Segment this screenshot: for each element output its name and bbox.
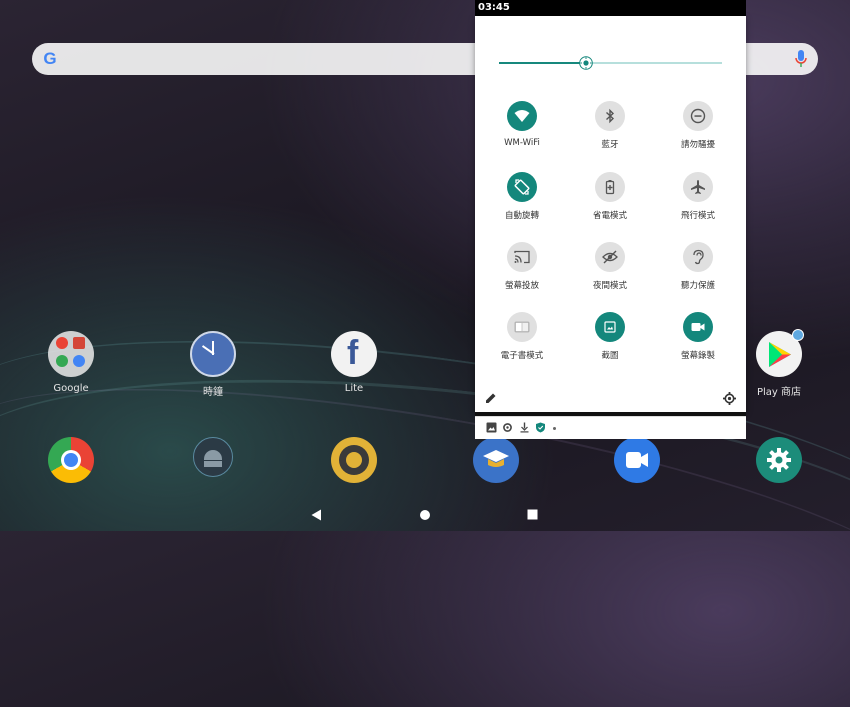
chrome-icon	[48, 437, 94, 483]
quick-settings-panel: WM-WiFi 藍牙 請勿騷擾 自動旋轉 省電模式 飛行模式 螢幕投放 夜間模式…	[475, 16, 746, 412]
app-settings[interactable]	[739, 437, 819, 483]
tile-screenshot[interactable]: 截圖	[566, 312, 654, 361]
app-label: Lite	[344, 383, 364, 394]
microphone-icon[interactable]	[794, 50, 808, 68]
tile-label: 夜間模式	[592, 281, 627, 291]
tile-wifi[interactable]: WM-WiFi	[478, 101, 566, 148]
tile-battery-saver[interactable]: 省電模式	[566, 172, 654, 221]
app-play-store[interactable]: Play 商店	[739, 329, 819, 398]
app-google-folder[interactable]: Google	[31, 331, 111, 394]
tile-label: 飛行模式	[680, 211, 715, 221]
auto-rotate-icon	[507, 172, 537, 202]
tile-hearing-protection[interactable]: 聽力保護	[654, 242, 742, 291]
edit-pencil-icon[interactable]	[485, 392, 497, 404]
hearing-icon	[683, 242, 713, 272]
app-facebook-lite[interactable]: f Lite	[314, 331, 394, 394]
tile-label: 螢幕投放	[504, 281, 539, 291]
app-label: 時鐘	[203, 387, 223, 398]
tile-auto-rotate[interactable]: 自動旋轉	[478, 172, 566, 221]
tile-label: 請勿騷擾	[680, 140, 715, 150]
status-time: 03:45	[478, 2, 510, 13]
more-notifications-dot-icon	[553, 427, 556, 430]
app-chrome[interactable]	[31, 437, 111, 483]
clock-icon	[190, 331, 236, 377]
education-icon	[473, 437, 519, 483]
tile-airplane-mode[interactable]: 飛行模式	[654, 172, 742, 221]
home-icon[interactable]	[419, 509, 431, 521]
tile-do-not-disturb[interactable]: 請勿騷擾	[654, 101, 742, 150]
app-label: Google	[53, 383, 89, 394]
video-call-icon	[614, 437, 660, 483]
recents-icon[interactable]	[527, 509, 538, 520]
camera-aperture-icon	[331, 437, 377, 483]
tile-screen-record[interactable]: 螢幕錄製	[654, 312, 742, 361]
tile-cast[interactable]: 螢幕投放	[478, 242, 566, 291]
do-not-disturb-icon	[683, 101, 713, 131]
brightness-icon[interactable]	[579, 56, 593, 70]
tile-label: 截圖	[601, 351, 619, 361]
status-bar: 03:45	[475, 0, 746, 16]
tile-label: 自動旋轉	[504, 211, 539, 221]
settings-notification-icon	[503, 423, 512, 432]
tile-label: 省電模式	[592, 211, 627, 221]
facebook-lite-icon: f	[331, 331, 377, 377]
google-folder-icon	[48, 331, 94, 377]
tile-night-mode[interactable]: 夜間模式	[566, 242, 654, 291]
image-notification-icon	[486, 422, 497, 433]
tile-ebook-mode[interactable]: 電子書模式	[478, 312, 566, 361]
tile-bluetooth[interactable]: 藍牙	[566, 101, 654, 150]
navigation-bar	[0, 500, 850, 531]
app-android[interactable]	[173, 437, 253, 477]
settings-icon	[756, 437, 802, 483]
wifi-icon	[507, 101, 537, 131]
download-notification-icon	[520, 422, 529, 433]
notification-strip[interactable]	[475, 416, 746, 439]
night-mode-icon	[595, 242, 625, 272]
app-camera[interactable]	[314, 437, 394, 483]
app-clock[interactable]: 時鐘	[173, 331, 253, 398]
battery-saver-icon	[595, 172, 625, 202]
screen-record-icon	[683, 312, 713, 342]
app-label: Play 商店	[756, 387, 802, 398]
shield-notification-icon	[536, 422, 545, 433]
brightness-slider-fill	[499, 62, 586, 64]
back-icon[interactable]	[311, 509, 322, 521]
settings-gear-icon[interactable]	[723, 392, 736, 405]
airplane-icon	[683, 172, 713, 202]
app-education[interactable]	[456, 437, 536, 483]
tile-label: 螢幕錄製	[680, 351, 715, 361]
bluetooth-icon	[595, 101, 625, 131]
tile-label: 聽力保護	[680, 281, 715, 291]
android-icon	[193, 437, 233, 477]
cast-icon	[507, 242, 537, 272]
tile-label: 藍牙	[601, 140, 619, 150]
ebook-icon	[507, 312, 537, 342]
tile-label: 電子書模式	[500, 351, 544, 361]
app-video-call[interactable]	[597, 437, 677, 483]
screenshot-icon	[595, 312, 625, 342]
google-logo-icon: G	[43, 49, 57, 68]
play-store-icon	[756, 329, 804, 377]
tile-label: WM-WiFi	[504, 138, 540, 148]
